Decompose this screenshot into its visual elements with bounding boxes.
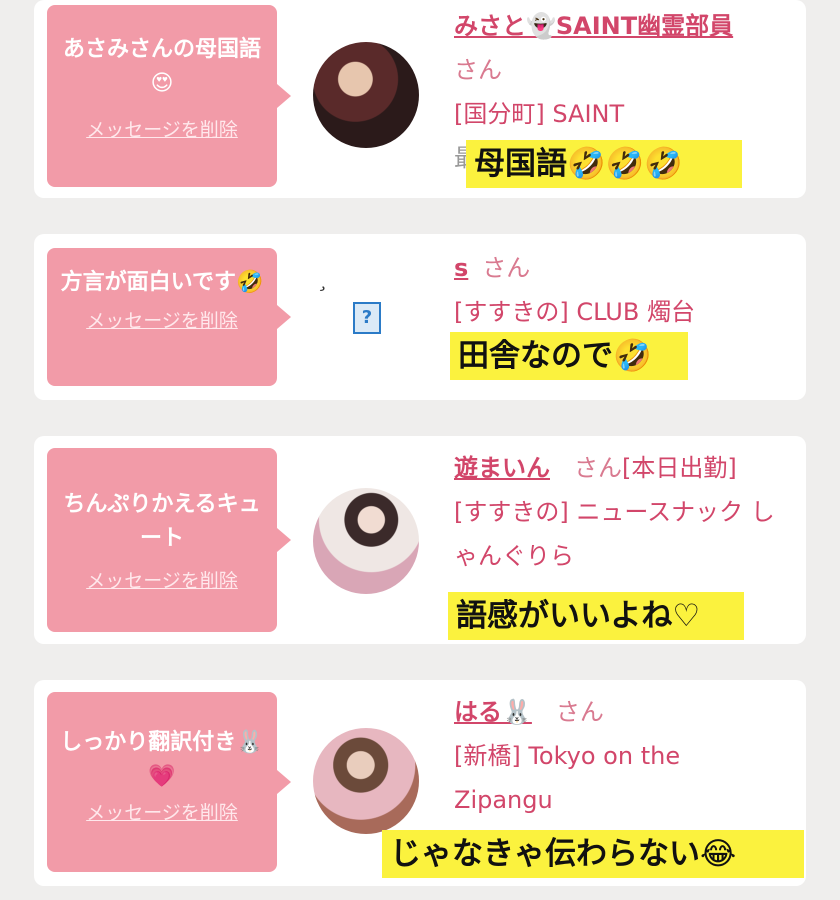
avatar[interactable] (313, 488, 419, 594)
caption-highlight: じゃなきゃ伝わらない😂 (382, 830, 804, 878)
honorific: さん (555, 698, 604, 726)
message-text: しっかり翻訳付き🐰💗 (60, 730, 264, 789)
caption-highlight: 語感がいいよね♡ (448, 592, 744, 640)
message-text: ちんぷりかえるキュート (63, 492, 261, 551)
delete-message-link[interactable]: メッセージを削除 (57, 566, 267, 593)
delete-message-link[interactable]: メッセージを削除 (57, 798, 267, 825)
honorific: さん (574, 454, 622, 482)
shop-name: [国分町] SAINT (454, 100, 625, 128)
avatar[interactable] (313, 728, 419, 834)
shop-name: [すすきの] CLUB 燭台 (454, 298, 695, 326)
status-tag: [本日出勤] (622, 454, 737, 482)
sender-info: s さん [すすきの] CLUB 燭台 (454, 246, 782, 334)
sender-name-link[interactable]: s (454, 254, 468, 282)
sender-info: 遊まいん さん[本日出勤] [すすきの] ニュースナック しゃんぐりら (454, 446, 782, 578)
sender-name-link[interactable]: 遊まいん (454, 454, 550, 482)
message-card: しっかり翻訳付き🐰💗 メッセージを削除 はる🐰 さん [新橋] Tokyo on … (34, 680, 806, 886)
message-text: 方言が面白いです🤣 (60, 270, 264, 295)
delete-message-link[interactable]: メッセージを削除 (57, 115, 267, 142)
sender-name-link[interactable]: みさと👻SAINT幽霊部員 (454, 12, 733, 40)
message-text: あさみさんの母国語😍 (62, 37, 261, 96)
message-bubble: ちんぷりかえるキュート メッセージを削除 (47, 448, 291, 632)
sender-name-link[interactable]: はる🐰 (454, 698, 532, 726)
message-card: 方言が面白いです🤣 メッセージを削除 s ? s さん [すすきの] CLUB 燭… (34, 234, 806, 400)
message-bubble: しっかり翻訳付き🐰💗 メッセージを削除 (47, 692, 291, 872)
shop-name: [新橋] Tokyo on the Zipangu (454, 742, 681, 814)
broken-image-icon: ? (353, 302, 381, 334)
caption-highlight: 母国語🤣🤣🤣 (466, 140, 742, 188)
message-card: あさみさんの母国語😍 メッセージを削除 みさと👻SAINT幽霊部員 さん [国分… (34, 0, 806, 198)
honorific: さん (454, 56, 502, 84)
avatar-letter: s (317, 276, 326, 295)
message-bubble: あさみさんの母国語😍 メッセージを削除 (47, 5, 291, 187)
sender-info: はる🐰 さん [新橋] Tokyo on the Zipangu (454, 690, 782, 822)
avatar[interactable] (313, 42, 419, 148)
message-bubble: 方言が面白いです🤣 メッセージを削除 (47, 248, 291, 386)
delete-message-link[interactable]: メッセージを削除 (57, 306, 267, 333)
message-card: ちんぷりかえるキュート メッセージを削除 遊まいん さん[本日出勤] [すすきの]… (34, 436, 806, 644)
shop-name: [すすきの] ニュースナック しゃんぐりら (454, 498, 775, 570)
caption-highlight: 田舎なので🤣 (450, 332, 688, 380)
honorific: さん (482, 254, 531, 282)
avatar[interactable]: s ? (313, 264, 419, 370)
